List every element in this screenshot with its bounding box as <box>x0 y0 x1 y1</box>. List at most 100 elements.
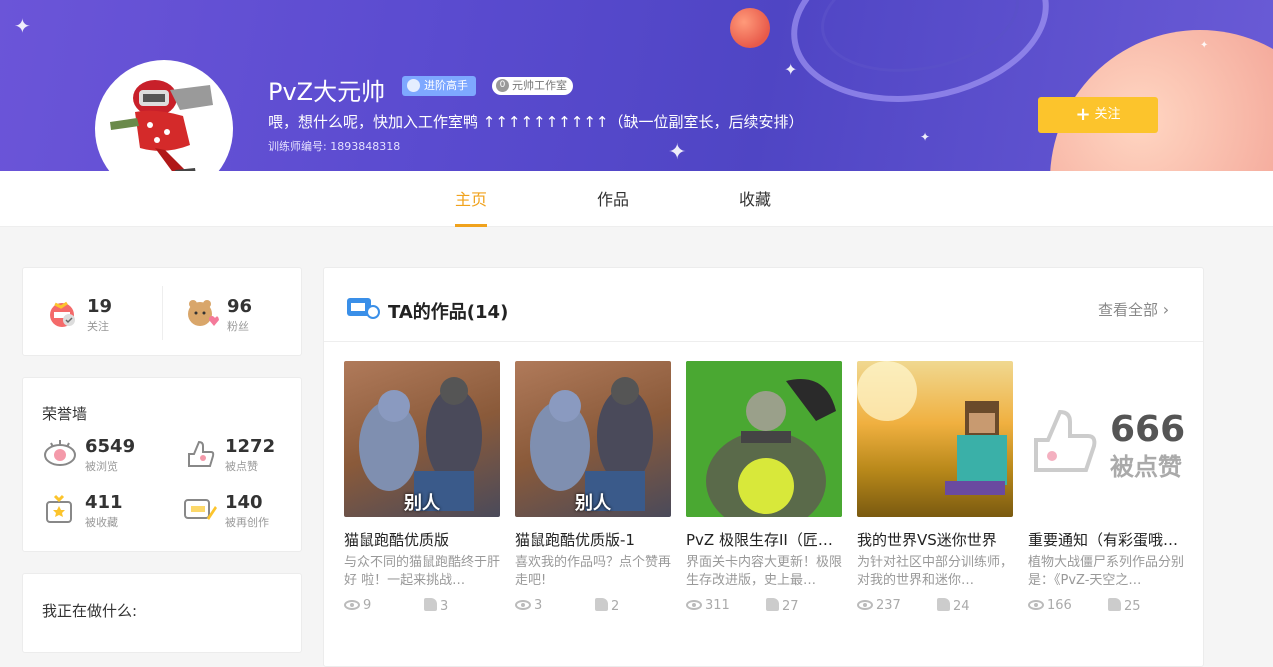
tab-favorites[interactable]: 收藏 <box>739 171 771 227</box>
eye-icon <box>515 600 531 610</box>
work-description: 植物大战僵尸系列作品分别是：《PvZ-天空之… <box>1028 555 1184 588</box>
chevron-right-icon: › <box>1162 300 1170 319</box>
view-all-label: 查看全部 <box>1098 301 1159 319</box>
work-card[interactable]: 别人 猫鼠跑酷优质版 与众不同的猫鼠跑酷终于肝 好 啦！一起来挑战… 9 3 <box>344 361 500 616</box>
view-count-value: 237 <box>876 598 901 613</box>
eye-icon <box>1028 600 1044 610</box>
work-thumbnail[interactable]: 别人 <box>344 361 500 517</box>
works-title: TA的作品(14) <box>388 302 509 323</box>
honor-wall-title: 荣誉墙 <box>42 405 88 423</box>
like-count: 24 <box>937 598 970 614</box>
work-card[interactable]: PvZ 极限生存II（匠… 界面关卡内容大更新！极限生存改进版，史上最… 311… <box>686 361 842 616</box>
doing-card: 我正在做什么: <box>22 573 302 653</box>
view-all-link[interactable]: 查看全部 › <box>1098 299 1169 320</box>
like-count: 3 <box>424 598 448 614</box>
work-description: 与众不同的猫鼠跑酷终于肝 好 啦！一起来挑战… <box>344 555 500 588</box>
like-count-value: 3 <box>440 599 449 614</box>
remix-label: 被再创作 <box>225 516 269 529</box>
work-thumbnail[interactable] <box>857 361 1013 517</box>
views-count: 6549 <box>85 436 136 457</box>
like-count: 2 <box>595 598 619 614</box>
honor-wall-card: 荣誉墙 6549 被浏览 1272 被点赞 411 被收藏 140 被再创作 <box>22 377 302 552</box>
work-card[interactable]: 666 被点赞 重要通知（有彩蛋哦… 植物大战僵尸系列作品分别是：《PvZ-天空… <box>1028 361 1184 616</box>
view-count: 311 <box>686 598 730 613</box>
profile-name: PvZ大元帅 <box>268 78 386 106</box>
work-description: 界面关卡内容大更新！极限生存改进版，史上最… <box>686 555 842 588</box>
doing-title: 我正在做什么: <box>42 602 138 620</box>
profile-tabs: 主页 作品 收藏 <box>0 171 1273 227</box>
thumbnail-label: 被点赞 <box>1110 453 1182 481</box>
small-planet-decoration <box>730 8 770 48</box>
thumbnail-caption: 别人 <box>575 493 611 514</box>
likes-label: 被点赞 <box>225 460 258 473</box>
thumbs-up-icon <box>937 598 950 611</box>
work-card[interactable]: 别人 猫鼠跑酷优质版-1 喜欢我的作品吗？点个赞再走吧! 3 2 <box>515 361 671 616</box>
like-count-value: 24 <box>953 599 970 614</box>
divider <box>324 341 1203 342</box>
profile-motto: 喂，想什么呢，快加入工作室鸭 ↑↑↑↑↑↑↑↑↑↑（缺一位副室长，后续安排） <box>268 113 804 131</box>
work-title[interactable]: 猫鼠跑酷优质版-1 <box>515 529 671 550</box>
like-count: 27 <box>766 598 799 614</box>
thumbs-up-icon <box>424 598 437 611</box>
works-icon <box>347 298 380 319</box>
remix-icon <box>184 499 217 520</box>
view-count-value: 311 <box>705 598 730 613</box>
following-icon <box>50 301 75 327</box>
work-thumbnail[interactable] <box>686 361 842 517</box>
like-count-value: 25 <box>1124 599 1141 614</box>
like-icon <box>1034 409 1097 472</box>
sparkle-icon: ✦ <box>668 140 687 165</box>
work-title[interactable]: 重要通知（有彩蛋哦… <box>1028 529 1184 550</box>
thumbnail-caption: 别人 <box>404 493 440 514</box>
remix-count: 140 <box>225 492 263 513</box>
view-count: 166 <box>1028 598 1072 613</box>
fans-count: 96 <box>227 296 253 317</box>
like-icon <box>188 440 215 467</box>
favorites-label: 被收藏 <box>85 516 118 529</box>
trainer-id: 训练师编号: 1893848318 <box>268 140 401 153</box>
eye-icon <box>44 440 76 466</box>
level-badge[interactable]: 进阶高手 <box>402 76 476 96</box>
plus-icon: + <box>1075 104 1091 125</box>
divider <box>162 286 163 340</box>
view-count-value: 9 <box>363 598 372 613</box>
eye-icon <box>686 600 702 610</box>
sparkle-icon: ✦ <box>784 60 798 79</box>
thumbs-up-icon <box>1108 598 1121 611</box>
view-count-value: 166 <box>1047 598 1072 613</box>
views-label: 被浏览 <box>85 460 118 473</box>
sparkle-icon: ✦ <box>14 14 31 38</box>
favorite-box-icon <box>46 494 72 523</box>
follow-button[interactable]: + 关注 <box>1038 97 1158 133</box>
view-count: 237 <box>857 598 901 613</box>
like-count-value: 2 <box>611 599 620 614</box>
work-description: 喜欢我的作品吗？点个赞再走吧! <box>515 555 671 588</box>
studio-badge[interactable]: 元帅工作室 <box>492 77 573 95</box>
like-count: 25 <box>1108 598 1141 614</box>
view-count: 9 <box>344 598 371 613</box>
tab-works[interactable]: 作品 <box>597 171 629 227</box>
work-title[interactable]: 我的世界VS迷你世界 <box>857 529 1013 550</box>
likes-count: 1272 <box>225 436 276 457</box>
thumbs-up-icon <box>766 598 779 611</box>
tab-home[interactable]: 主页 <box>455 171 488 227</box>
sparkle-icon: ✦ <box>1200 40 1209 51</box>
favorites-count: 411 <box>85 492 123 513</box>
work-title[interactable]: 猫鼠跑酷优质版 <box>344 529 500 550</box>
following-label: 关注 <box>87 320 109 333</box>
social-stats-card: 19 关注 96 粉丝 <box>22 267 302 356</box>
follow-label: 关注 <box>1094 107 1121 122</box>
view-count-value: 3 <box>534 598 543 613</box>
view-count: 3 <box>515 598 542 613</box>
work-card[interactable]: 我的世界VS迷你世界 为针对社区中部分训练师，对我的世界和迷你… 237 24 <box>857 361 1013 616</box>
work-description: 为针对社区中部分训练师，对我的世界和迷你… <box>857 555 1013 588</box>
work-title[interactable]: PvZ 极限生存II（匠… <box>686 529 842 550</box>
eye-icon <box>857 600 873 610</box>
eye-icon <box>344 600 360 610</box>
work-thumbnail[interactable]: 别人 <box>515 361 671 517</box>
following-count: 19 <box>87 296 113 317</box>
thumbs-up-icon <box>595 598 608 611</box>
like-count-value: 27 <box>782 599 799 614</box>
thumbnail-number: 666 <box>1110 409 1184 450</box>
work-thumbnail[interactable]: 666 被点赞 <box>1028 361 1184 517</box>
